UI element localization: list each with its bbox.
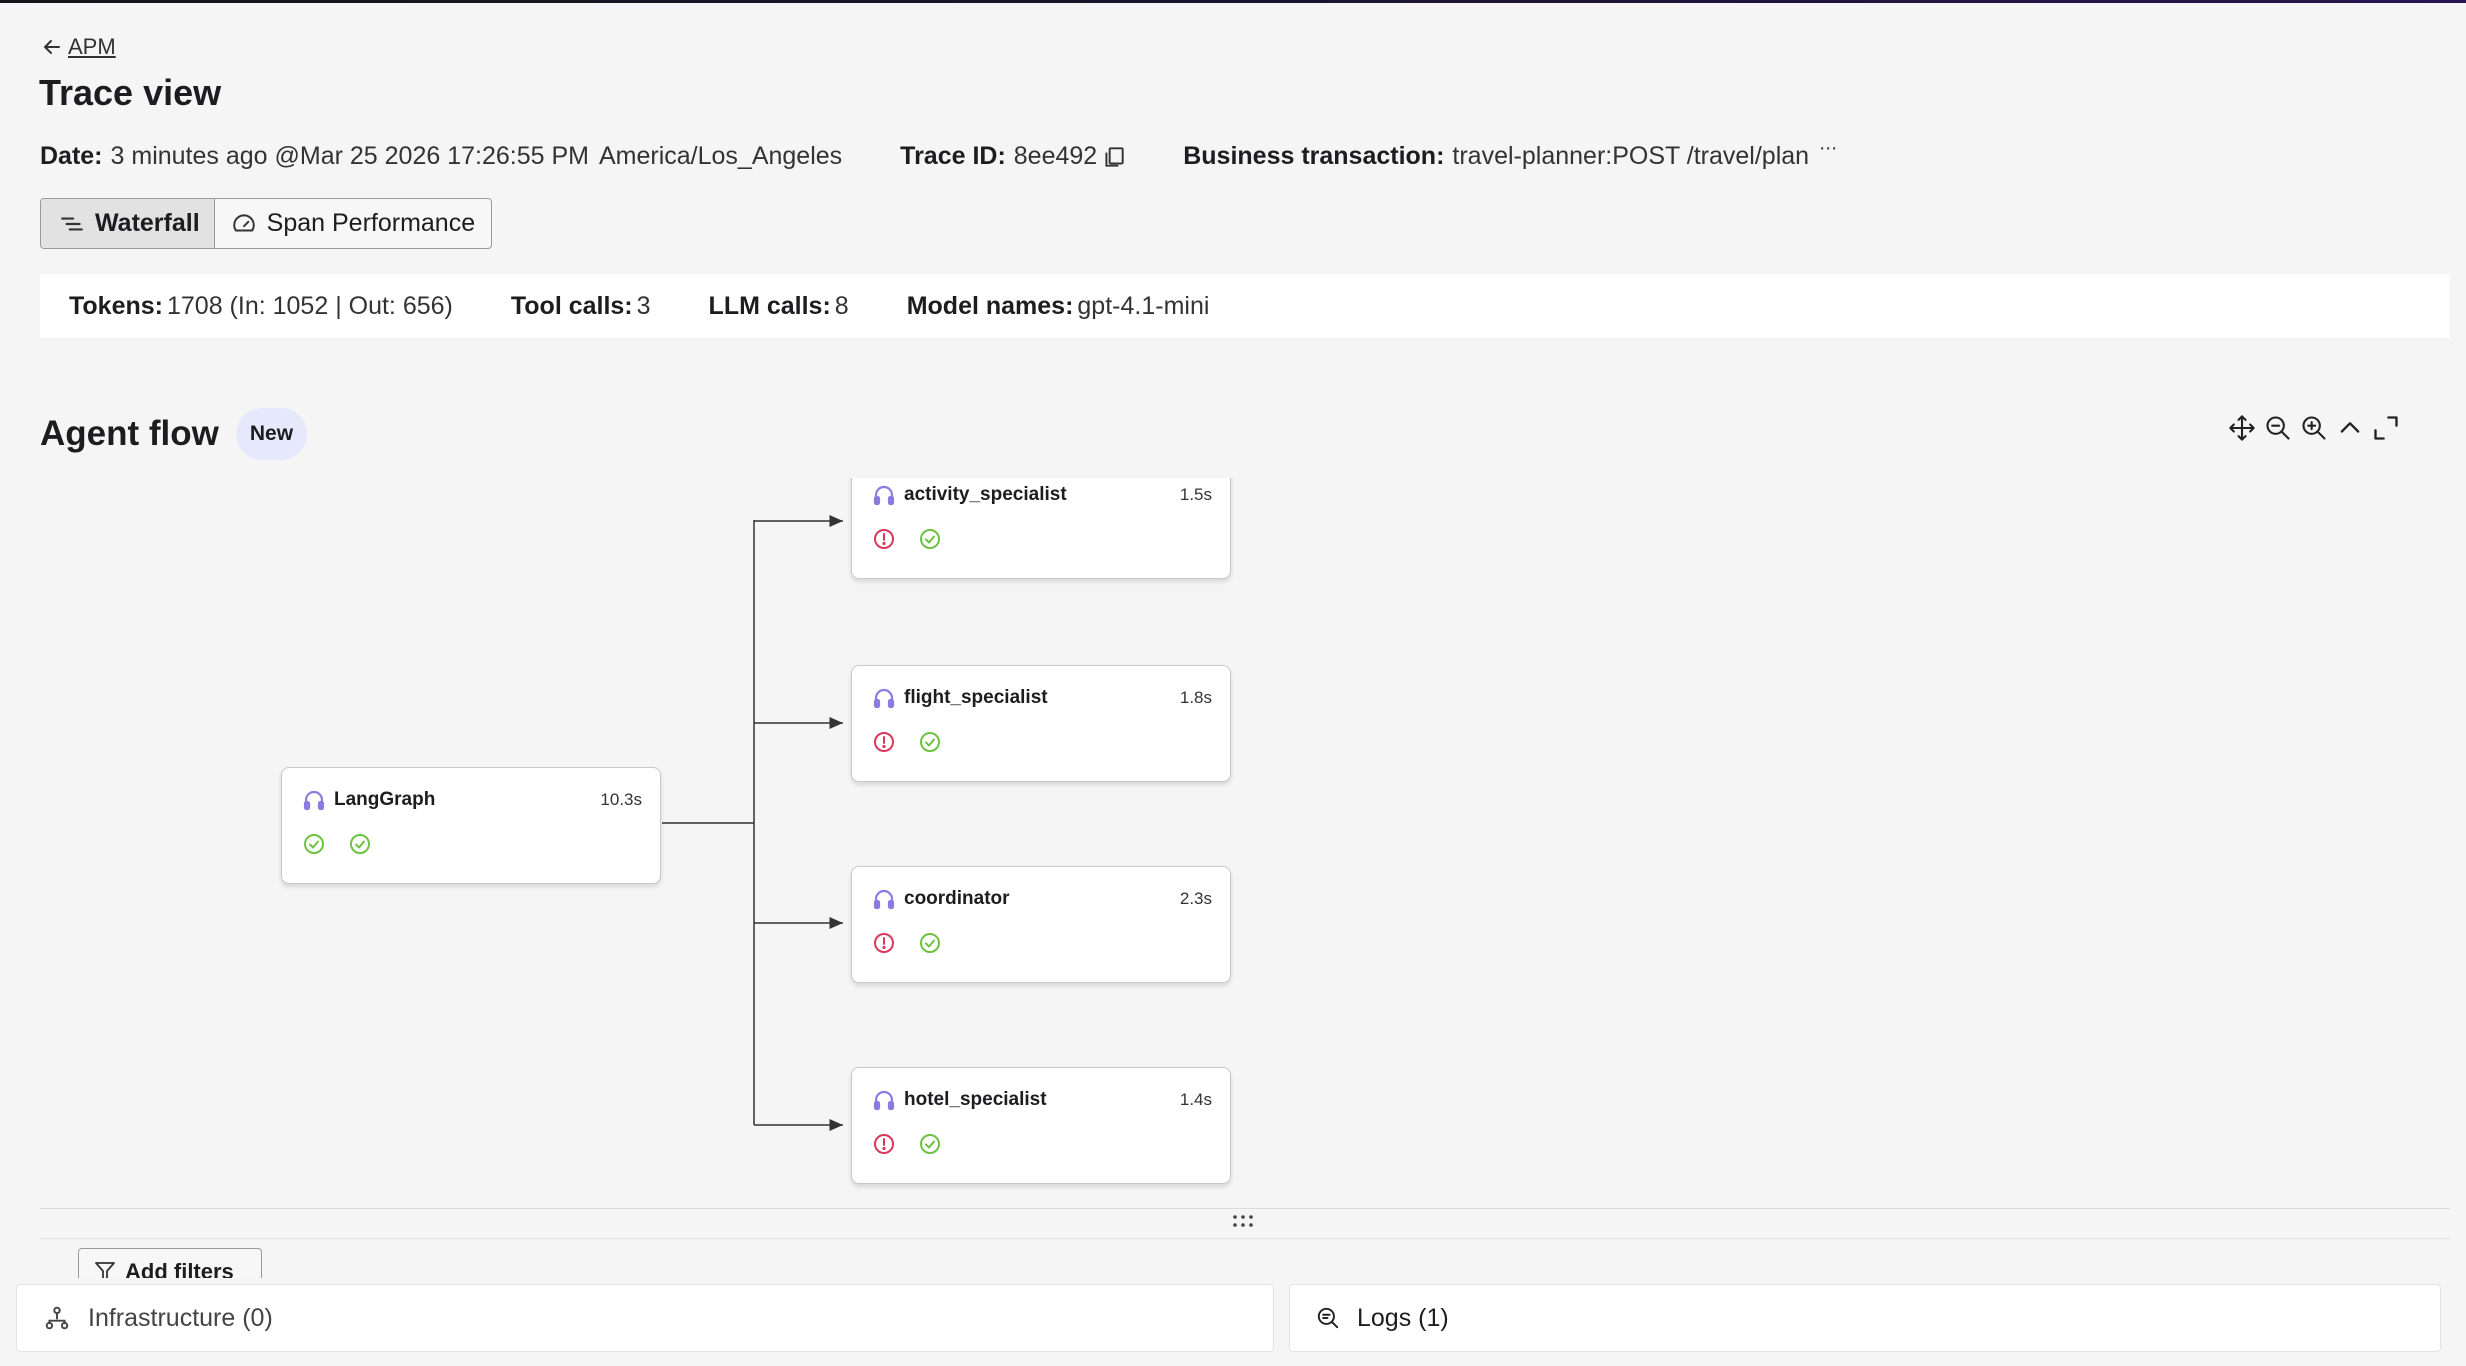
node-duration: 1.5s bbox=[1179, 485, 1212, 504]
model-names-stat: Model names: gpt-4.1-mini bbox=[907, 292, 1210, 321]
llm-calls-value: 8 bbox=[834, 291, 849, 320]
success-check-icon bbox=[350, 834, 370, 854]
node-name: hotel_specialist bbox=[904, 1089, 1047, 1110]
headset-icon bbox=[873, 688, 895, 709]
hierarchy-icon bbox=[45, 1306, 69, 1330]
trace-stats-bar: Tokens: 1708 (In: 1052 | Out: 656) Tool … bbox=[40, 274, 2450, 338]
headset-icon bbox=[303, 790, 325, 811]
top-accent-strip bbox=[0, 0, 2466, 3]
node-name: activity_specialist bbox=[904, 484, 1067, 505]
new-badge: New bbox=[235, 408, 308, 460]
trace-id-group: Trace ID: 8ee492 bbox=[900, 142, 1127, 171]
zoom-out-icon[interactable] bbox=[2264, 414, 2292, 442]
success-check-icon bbox=[304, 834, 324, 854]
error-alert-icon bbox=[874, 732, 894, 752]
collapse-icon[interactable] bbox=[2336, 414, 2364, 442]
view-tabs: Waterfall Span Performance bbox=[40, 198, 493, 249]
tool-calls-label: Tool calls: bbox=[510, 291, 633, 320]
more-options-icon[interactable]: ⋯ bbox=[1819, 138, 1837, 159]
infrastructure-panel[interactable]: Infrastructure (0) bbox=[16, 1284, 1274, 1352]
flow-toolbar bbox=[2228, 414, 2400, 442]
trace-meta-row: Date: 3 minutes ago @Mar 25 2026 17:26:5… bbox=[40, 138, 1837, 171]
tokens-label: Tokens: bbox=[69, 291, 163, 320]
flow-node-langgraph[interactable]: LangGraph 10.3s bbox=[281, 767, 661, 884]
success-check-icon bbox=[920, 933, 940, 953]
flow-bottom-divider bbox=[40, 1208, 2450, 1209]
success-check-icon bbox=[920, 732, 940, 752]
agent-flow-header: Agent flow New bbox=[40, 408, 308, 460]
error-alert-icon bbox=[874, 1134, 894, 1154]
date-value: 3 minutes ago @Mar 25 2026 17:26:55 PM bbox=[110, 142, 589, 170]
node-name: flight_specialist bbox=[904, 687, 1048, 708]
date-group: Date: 3 minutes ago @Mar 25 2026 17:26:5… bbox=[40, 142, 842, 171]
flow-node-coordinator[interactable]: coordinator 2.3s bbox=[851, 866, 1231, 983]
arrow-left-icon bbox=[44, 40, 60, 54]
date-label: Date: bbox=[40, 142, 103, 170]
node-name: LangGraph bbox=[334, 789, 436, 810]
error-alert-icon bbox=[874, 933, 894, 953]
back-to-apm-link[interactable]: APM bbox=[40, 34, 116, 60]
node-duration: 2.3s bbox=[1179, 889, 1212, 908]
llm-calls-stat: LLM calls: 8 bbox=[709, 292, 849, 321]
expand-icon[interactable] bbox=[2372, 414, 2400, 442]
infrastructure-label: Infrastructure (0) bbox=[88, 1303, 273, 1332]
business-transaction-value: travel-planner:POST /travel/plan bbox=[1452, 142, 1810, 170]
headset-icon bbox=[873, 1090, 895, 1111]
add-filters-button[interactable]: Add filters bbox=[78, 1248, 262, 1278]
section-divider bbox=[40, 1238, 2450, 1239]
tab-span-performance-label: Span Performance bbox=[266, 209, 476, 237]
pan-icon[interactable] bbox=[2228, 414, 2256, 442]
business-transaction-label: Business transaction: bbox=[1183, 142, 1445, 170]
log-search-icon bbox=[1317, 1307, 1339, 1329]
tokens-value: 1708 (In: 1052 | Out: 656) bbox=[167, 291, 453, 320]
logs-panel[interactable]: Logs (1) bbox=[1289, 1284, 2441, 1352]
llm-calls-label: LLM calls: bbox=[708, 291, 831, 320]
trace-id-label: Trace ID: bbox=[900, 142, 1006, 170]
success-check-icon bbox=[920, 1134, 940, 1154]
node-name: coordinator bbox=[904, 888, 1010, 909]
waterfall-icon bbox=[61, 217, 83, 230]
success-check-icon bbox=[920, 529, 940, 549]
filter-icon bbox=[95, 1262, 115, 1278]
tool-calls-value: 3 bbox=[636, 291, 651, 320]
tool-calls-stat: Tool calls: 3 bbox=[511, 292, 651, 321]
logs-label: Logs (1) bbox=[1357, 1303, 1449, 1332]
error-alert-icon bbox=[874, 529, 894, 549]
back-link-label: APM bbox=[68, 34, 116, 59]
tokens-stat: Tokens: 1708 (In: 1052 | Out: 656) bbox=[69, 292, 453, 321]
trace-id-value: 8ee492 bbox=[1013, 142, 1098, 170]
tab-waterfall-label: Waterfall bbox=[95, 209, 200, 237]
flow-node-flight-specialist[interactable]: flight_specialist 1.8s bbox=[851, 665, 1231, 782]
business-transaction-group: Business transaction: travel-planner:POS… bbox=[1183, 138, 1837, 171]
zoom-in-icon[interactable] bbox=[2300, 414, 2328, 442]
node-duration: 1.8s bbox=[1179, 688, 1212, 707]
agent-flow-title: Agent flow bbox=[40, 414, 219, 453]
resize-handle-icon[interactable] bbox=[1230, 1212, 1256, 1232]
gauge-icon bbox=[232, 213, 255, 231]
copy-icon[interactable] bbox=[1101, 144, 1127, 170]
page-title: Trace view bbox=[39, 72, 222, 113]
flow-node-activity-specialist[interactable]: activity_specialist 1.5s bbox=[851, 478, 1231, 579]
agent-flow-canvas[interactable]: LangGraph 10.3s activity_specialist 1.5s… bbox=[40, 478, 2450, 1208]
flow-node-hotel-specialist[interactable]: hotel_specialist 1.4s bbox=[851, 1067, 1231, 1184]
tab-waterfall[interactable]: Waterfall bbox=[41, 199, 215, 248]
timezone-value: America/Los_Angeles bbox=[598, 142, 843, 170]
node-duration: 1.4s bbox=[1179, 1090, 1212, 1109]
tab-span-performance[interactable]: Span Performance bbox=[215, 199, 491, 248]
node-duration: 10.3s bbox=[600, 790, 642, 809]
headset-icon bbox=[873, 889, 895, 910]
headset-icon bbox=[873, 485, 895, 506]
model-names-label: Model names: bbox=[906, 291, 1074, 320]
add-filters-label: Add filters bbox=[125, 1259, 234, 1278]
model-names-value: gpt-4.1-mini bbox=[1077, 291, 1210, 320]
